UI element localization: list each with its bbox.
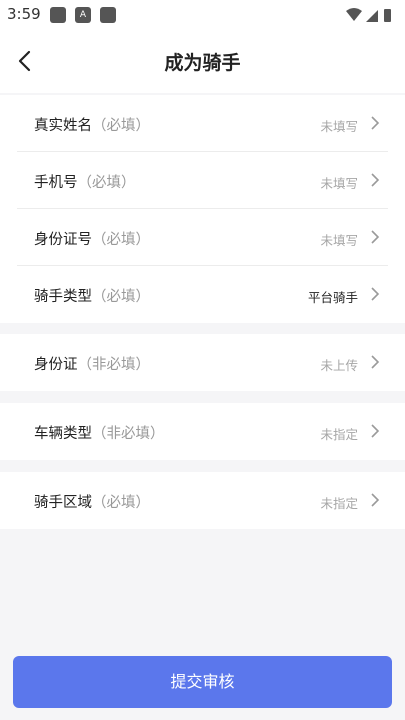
- page-title: 成为骑手: [164, 52, 241, 74]
- field-real-name[interactable]: 真实姓名（必填） 未填写: [0, 95, 405, 152]
- form-section-vehicle: 车辆类型（非必填） 未指定: [0, 403, 405, 460]
- field-label: 骑手区域（必填）: [34, 495, 150, 511]
- field-id-card[interactable]: 身份证（非必填） 未上传: [0, 334, 405, 391]
- field-id-number[interactable]: 身份证号（必填） 未填写: [0, 209, 405, 266]
- field-value: 未填写: [320, 119, 358, 134]
- field-value: 平台骑手: [307, 290, 358, 305]
- status-time: 3:59: [7, 5, 41, 23]
- chevron-right-icon: [371, 116, 380, 130]
- form-section-region: 骑手区域（必填） 未指定: [0, 472, 405, 529]
- chevron-right-icon: [371, 287, 380, 301]
- chevron-right-icon: [371, 230, 380, 244]
- notification-icon: [50, 7, 66, 23]
- field-value: 未指定: [320, 496, 358, 511]
- field-label: 身份证号（必填）: [34, 232, 150, 248]
- field-phone[interactable]: 手机号（必填） 未填写: [0, 152, 405, 209]
- field-vehicle-type[interactable]: 车辆类型（非必填） 未指定: [0, 403, 405, 460]
- field-rider-region[interactable]: 骑手区域（必填） 未指定: [0, 472, 405, 529]
- form-section-id-card: 身份证（非必填） 未上传: [0, 334, 405, 391]
- submit-review-button[interactable]: 提交审核: [13, 656, 392, 708]
- form-section-basic: 真实姓名（必填） 未填写 手机号（必填） 未填写 身份证号（必填） 未填写 骑手…: [0, 95, 405, 323]
- chevron-right-icon: [371, 173, 380, 187]
- nav-bar: 成为骑手: [0, 30, 405, 93]
- chevron-right-icon: [371, 424, 380, 438]
- status-indicators: [345, 7, 395, 27]
- field-label: 真实姓名（必填）: [34, 118, 150, 134]
- notification-letter-icon: A: [75, 7, 91, 23]
- wifi-icon: [346, 8, 362, 21]
- field-label: 身份证（非必填）: [34, 357, 150, 373]
- field-label: 骑手类型（必填）: [34, 289, 150, 305]
- field-label: 车辆类型（非必填）: [34, 426, 165, 442]
- field-label: 手机号（必填）: [34, 175, 136, 191]
- field-value: 未填写: [320, 233, 358, 248]
- chevron-right-icon: [371, 493, 380, 507]
- field-value: 未填写: [320, 176, 358, 191]
- chevron-right-icon: [371, 355, 380, 369]
- battery-icon: [384, 9, 391, 22]
- signal-icon: [366, 10, 378, 22]
- field-rider-type[interactable]: 骑手类型（必填） 平台骑手: [0, 266, 405, 323]
- field-value: 未上传: [320, 358, 358, 373]
- field-value: 未指定: [320, 427, 358, 442]
- notification-icon: [100, 7, 116, 23]
- status-bar: 3:59 A: [0, 0, 405, 30]
